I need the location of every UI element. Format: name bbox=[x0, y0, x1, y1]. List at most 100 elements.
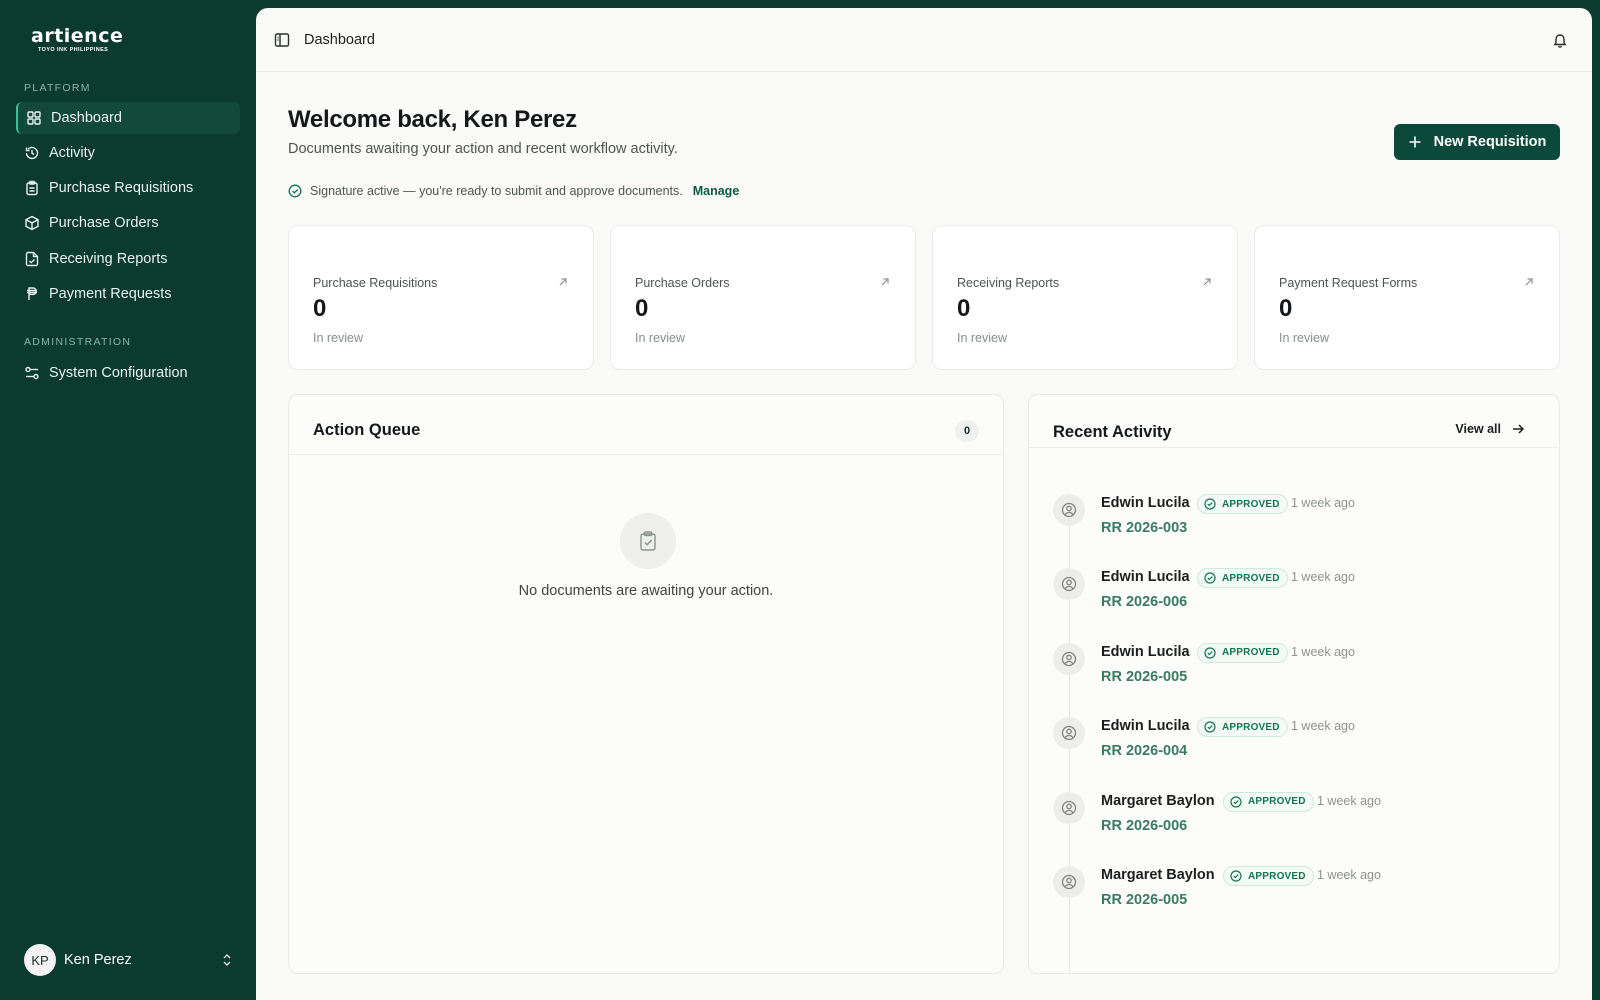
user-avatar bbox=[1053, 494, 1085, 526]
panel-divider bbox=[289, 454, 1003, 455]
plus-icon bbox=[1409, 136, 1421, 148]
document-link[interactable]: RR 2026-005 bbox=[1101, 669, 1187, 685]
check-circle-icon bbox=[1230, 795, 1242, 808]
signature-status: Signature active — you're ready to submi… bbox=[288, 184, 739, 198]
signature-text: Signature active — you're ready to submi… bbox=[310, 184, 683, 198]
activity-time: 1 week ago bbox=[1317, 868, 1381, 882]
status-badge-label: APPROVED bbox=[1222, 572, 1280, 584]
sidebar-item-dashboard[interactable]: Dashboard bbox=[16, 102, 240, 134]
check-circle-icon bbox=[1204, 572, 1216, 584]
stat-card-payment-request-forms[interactable]: Payment Request Forms 0 In review bbox=[1254, 225, 1560, 370]
activity-item[interactable]: Edwin Lucila APPROVED 1 week ago RR 2026-00… bbox=[1053, 568, 1513, 628]
activity-item[interactable]: Edwin Lucila APPROVED 1 week ago RR 2026-00… bbox=[1053, 642, 1513, 703]
user-circle-icon bbox=[1061, 874, 1077, 890]
activity-time: 1 week ago bbox=[1291, 496, 1355, 510]
user-avatar bbox=[1053, 642, 1085, 675]
new-requisition-button[interactable]: New Requisition bbox=[1394, 124, 1560, 160]
sidebar-item-label: Purchase Requisitions bbox=[49, 180, 194, 196]
activity-user-name: Margaret Baylon bbox=[1101, 792, 1215, 809]
clipboard-check-icon bbox=[640, 531, 656, 551]
status-badge: APPROVED bbox=[1197, 568, 1288, 589]
status-badge: APPROVED bbox=[1197, 642, 1288, 663]
activity-user-name: Edwin Lucila bbox=[1101, 495, 1190, 511]
stat-card-receiving-reports[interactable]: Receiving Reports 0 In review bbox=[932, 225, 1238, 370]
sidebar-item-label: Dashboard bbox=[51, 110, 122, 126]
document-link[interactable]: RR 2026-004 bbox=[1101, 743, 1187, 759]
avatar: KP bbox=[24, 944, 56, 976]
document-link[interactable]: RR 2026-006 bbox=[1101, 818, 1187, 834]
check-circle-icon bbox=[1204, 498, 1216, 510]
logo-subtitle: TOYO INK PHILIPPINES bbox=[38, 47, 109, 53]
arrow-up-right-icon bbox=[1525, 278, 1533, 286]
activity-user-name: Edwin Lucila bbox=[1101, 718, 1190, 735]
stat-card-purchase-orders[interactable]: Purchase Orders 0 In review bbox=[610, 225, 916, 370]
manage-signature-link[interactable]: Manage bbox=[693, 184, 740, 198]
sidebar-item-label: Purchase Orders bbox=[49, 215, 159, 231]
sidebar: artience TOYO INK PHILIPPINES PLATFORM D… bbox=[0, 0, 256, 1000]
activity-time: 1 week ago bbox=[1291, 570, 1355, 585]
document-link[interactable]: RR 2026-003 bbox=[1101, 520, 1187, 536]
sidebar-item-purchase-orders[interactable]: Purchase Orders bbox=[16, 207, 240, 239]
user-menu[interactable]: KP Ken Perez bbox=[24, 944, 234, 976]
sidebar-item-label: System Configuration bbox=[49, 365, 188, 381]
sidebar-item-activity[interactable]: Activity bbox=[16, 137, 240, 169]
sidebar-item-payment-requests[interactable]: Payment Requests bbox=[16, 278, 240, 310]
stat-value: 0 bbox=[313, 295, 327, 322]
arrow-right-icon bbox=[1513, 424, 1525, 434]
document-link[interactable]: RR 2026-005 bbox=[1101, 892, 1187, 908]
stat-value: 0 bbox=[635, 295, 649, 322]
status-badge: APPROVED bbox=[1223, 866, 1314, 886]
nav-section-platform: PLATFORM bbox=[24, 82, 91, 94]
activity-item[interactable]: Margaret Baylon APPROVED 1 week ago RR 2026… bbox=[1053, 791, 1513, 852]
arrow-up-right-icon bbox=[559, 278, 567, 286]
stat-foot: In review bbox=[313, 331, 364, 345]
sidebar-item-system-configuration[interactable]: System Configuration bbox=[16, 357, 240, 389]
user-avatar bbox=[1053, 568, 1085, 601]
sidebar-item-receiving-reports[interactable]: Receiving Reports bbox=[16, 243, 240, 275]
status-badge-label: APPROVED bbox=[1222, 721, 1280, 733]
check-circle-icon bbox=[1204, 721, 1216, 733]
stat-value: 0 bbox=[1279, 295, 1293, 322]
view-all-link[interactable]: View all bbox=[1455, 422, 1525, 436]
main-content: Dashboard Welcome back, Ken Perez Docume… bbox=[256, 8, 1592, 1000]
bell-icon[interactable] bbox=[1552, 32, 1568, 48]
status-badge: APPROVED bbox=[1197, 494, 1288, 514]
activity-item[interactable]: Margaret Baylon APPROVED 1 week ago RR 2026… bbox=[1053, 866, 1513, 926]
user-circle-icon bbox=[1061, 502, 1077, 518]
activity-item[interactable]: Edwin Lucila APPROVED 1 week ago RR 2026-00… bbox=[1053, 494, 1513, 554]
stat-foot: In review bbox=[957, 331, 1008, 345]
sidebar-item-purchase-requisitions[interactable]: Purchase Requisitions bbox=[16, 172, 240, 204]
page-title: Welcome back, Ken Perez bbox=[288, 106, 577, 133]
user-avatar bbox=[1053, 717, 1085, 750]
sidebar-toggle-icon[interactable] bbox=[274, 32, 290, 48]
queue-count-badge: 0 bbox=[955, 420, 979, 442]
activity-user-name: Edwin Lucila bbox=[1101, 569, 1190, 586]
status-badge-label: APPROVED bbox=[1222, 647, 1280, 659]
sidebar-item-label: Receiving Reports bbox=[49, 251, 168, 267]
check-circle-icon bbox=[1230, 870, 1242, 882]
user-avatar bbox=[1053, 866, 1085, 898]
activity-time: 1 week ago bbox=[1291, 719, 1355, 734]
dashboard-icon bbox=[27, 111, 41, 125]
file-check-icon bbox=[25, 251, 39, 267]
document-link[interactable]: RR 2026-006 bbox=[1101, 594, 1187, 610]
view-all-label: View all bbox=[1455, 422, 1501, 436]
status-badge-label: APPROVED bbox=[1222, 498, 1280, 510]
stat-label: Receiving Reports bbox=[957, 276, 1060, 290]
activity-item[interactable]: Edwin Lucila APPROVED 1 week ago RR 2026-00… bbox=[1053, 717, 1513, 777]
panel-divider bbox=[1029, 447, 1559, 448]
user-name: Ken Perez bbox=[64, 952, 132, 968]
status-badge: APPROVED bbox=[1197, 717, 1288, 738]
empty-state-icon bbox=[620, 513, 676, 569]
stat-foot: In review bbox=[635, 331, 686, 345]
settings-sliders-icon bbox=[25, 366, 39, 380]
stat-value: 0 bbox=[957, 295, 971, 322]
status-badge-label: APPROVED bbox=[1248, 870, 1306, 882]
action-queue-title: Action Queue bbox=[313, 421, 421, 439]
check-circle-icon bbox=[288, 184, 302, 198]
user-circle-icon bbox=[1061, 726, 1077, 741]
stat-card-purchase-requisitions[interactable]: Purchase Requisitions 0 In review bbox=[288, 225, 594, 370]
brand-logo[interactable]: artience TOYO INK PHILIPPINES bbox=[31, 26, 123, 53]
page-subtitle: Documents awaiting your action and recen… bbox=[288, 141, 678, 157]
sidebar-item-label: Payment Requests bbox=[49, 286, 172, 302]
